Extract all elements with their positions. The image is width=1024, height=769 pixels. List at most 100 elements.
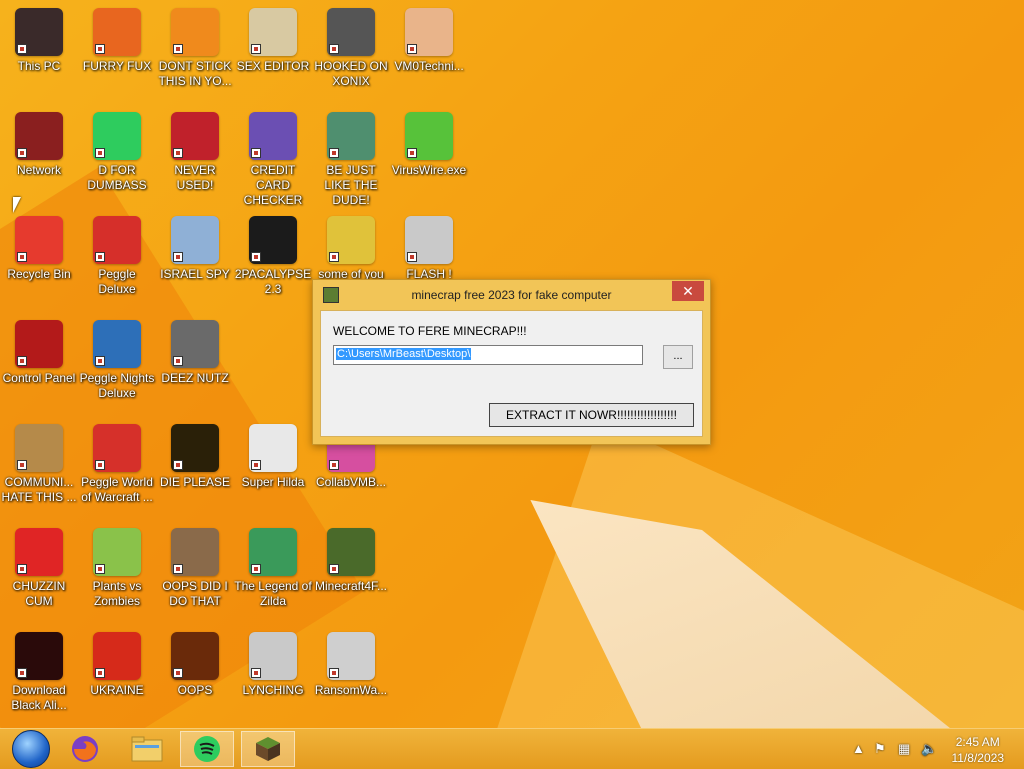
- desktop-icon-label: HOOKED ON XONIX: [314, 59, 388, 88]
- clock-time: 2:45 AM: [955, 735, 1000, 749]
- shortcut-arrow-icon: [329, 252, 339, 262]
- desktop-icon[interactable]: OOPS DID I DO THAT: [156, 528, 234, 609]
- bear-icon: [327, 216, 375, 264]
- minecraft-icon: [256, 737, 280, 761]
- desktop-icon[interactable]: ISRAEL SPY: [156, 216, 234, 282]
- chevron-up-icon[interactable]: ▲: [852, 741, 865, 756]
- start-button[interactable]: [4, 730, 58, 768]
- desktop-icon[interactable]: Peggle World of Warcraft ...: [78, 424, 156, 505]
- peggle-nights-icon: [93, 320, 141, 368]
- shortcut-arrow-icon: [329, 148, 339, 158]
- taskbar-firefox[interactable]: [58, 731, 112, 767]
- shortcut-arrow-icon: [173, 460, 183, 470]
- clock[interactable]: 2:45 AM 11/8/2023: [952, 734, 1005, 766]
- taskbar-spotify[interactable]: [180, 731, 234, 767]
- desktop-icon[interactable]: LYNCHING: [234, 632, 312, 698]
- network-icon[interactable]: ▦: [898, 741, 910, 757]
- noose-icon: [249, 632, 297, 680]
- folder-stack-icon: [171, 320, 219, 368]
- desktop-icon-label: SEX EDITOR: [236, 59, 310, 73]
- desktop-icon[interactable]: CREDIT CARD CHECKER: [234, 112, 312, 208]
- close-button[interactable]: ✕: [672, 281, 704, 301]
- desktop-icon-label: OOPS DID I DO THAT: [162, 579, 228, 608]
- desktop-icon[interactable]: UKRAINE: [78, 632, 156, 698]
- desktop-icon[interactable]: SEX EDITOR: [234, 8, 312, 74]
- desktop-icon-label: ISRAEL SPY: [160, 267, 230, 281]
- zelda-icon: [249, 528, 297, 576]
- desktop-icon[interactable]: NEVER USED!: [156, 112, 234, 193]
- desktop-icon[interactable]: DEEZ NUTZ: [156, 320, 234, 386]
- extract-button[interactable]: EXTRACT IT NOWR!!!!!!!!!!!!!!!!!!: [489, 403, 694, 427]
- spotify-icon: [194, 736, 220, 762]
- desktop-icon[interactable]: Network: [0, 112, 78, 178]
- shortcut-arrow-icon: [407, 252, 417, 262]
- recycle-bin-icon: [15, 216, 63, 264]
- flag-icon[interactable]: ⚑: [874, 741, 886, 757]
- limewire-icon: [405, 112, 453, 160]
- desktop-icon[interactable]: RansomWa...: [312, 632, 390, 698]
- shortcut-arrow-icon: [251, 148, 261, 158]
- speaker-icon[interactable]: 🔈: [921, 741, 937, 757]
- extract-path-input[interactable]: C:\Users\MrBeast\Desktop\: [333, 345, 643, 365]
- shortcut-arrow-icon: [95, 460, 105, 470]
- desktop-icon[interactable]: Super Hilda: [234, 424, 312, 490]
- desktop-icon[interactable]: Control Panel: [0, 320, 78, 386]
- shortcut-arrow-icon: [95, 356, 105, 366]
- desktop-icon[interactable]: Plants vs Zombies: [78, 528, 156, 609]
- desktop-icon[interactable]: Peggle Deluxe: [78, 216, 156, 297]
- desktop-icon[interactable]: Download Black Ali...: [0, 632, 78, 713]
- desktop-icon[interactable]: OOPS: [156, 632, 234, 698]
- adobe-de-icon: [171, 424, 219, 472]
- desktop-icon[interactable]: VirusWire.exe: [390, 112, 468, 178]
- desktop-icon-label: Control Panel: [2, 371, 76, 385]
- money-bag-icon: [15, 424, 63, 472]
- desktop-icon-label: Minecraft4F...: [314, 579, 388, 593]
- start-orb-icon: [12, 730, 50, 768]
- desktop-icon[interactable]: some of you: [312, 216, 390, 282]
- desktop-icon-label: DIE PLEASE: [159, 475, 231, 489]
- desktop-icon[interactable]: DONT STICK THIS IN YO...: [156, 8, 234, 89]
- desktop-icon[interactable]: FURRY FUX: [78, 8, 156, 74]
- firefox-icon: [72, 736, 98, 762]
- desktop-icon[interactable]: 2PACALYPSE 2.3: [234, 216, 312, 297]
- desktop-icon[interactable]: D FOR DUMBASS: [78, 112, 156, 193]
- desktop-icon[interactable]: VM0Techni...: [390, 8, 468, 74]
- desktop-icon-label: This PC: [17, 59, 61, 73]
- desktop-icon[interactable]: FLASH !: [390, 216, 468, 282]
- desktop-icon[interactable]: Peggle Nights Deluxe: [78, 320, 156, 401]
- desktop-icon-label: COMMUNI... HATE THIS ...: [1, 475, 77, 504]
- desktop-icon-label: Download Black Ali...: [11, 683, 67, 712]
- dialog-titlebar[interactable]: minecrap free 2023 for fake computer ✕: [313, 280, 710, 308]
- desktop-icon[interactable]: CHUZZIN CUM: [0, 528, 78, 609]
- desktop-icon[interactable]: The Legend of Zilda: [234, 528, 312, 609]
- desktop-icon-label: Peggle Nights Deluxe: [79, 371, 155, 400]
- desktop-icon-label: CHUZZIN CUM: [12, 579, 66, 608]
- shortcut-arrow-icon: [95, 252, 105, 262]
- xonix-icon: [327, 8, 375, 56]
- extract-dialog: minecrap free 2023 for fake computer ✕ W…: [312, 279, 711, 445]
- desktop-icon[interactable]: DIE PLEASE: [156, 424, 234, 490]
- shortcut-arrow-icon: [407, 148, 417, 158]
- desktop-icon[interactable]: This PC: [0, 8, 78, 74]
- desktop-icon[interactable]: BE JUST LIKE THE DUDE!: [312, 112, 390, 208]
- pvz-icon: [93, 528, 141, 576]
- desktop-icon[interactable]: HOOKED ON XONIX: [312, 8, 390, 89]
- shortcut-arrow-icon: [173, 564, 183, 574]
- firefox-icon: [93, 8, 141, 56]
- browse-button[interactable]: ...: [663, 345, 693, 369]
- taskbar-minecraft[interactable]: [241, 731, 295, 767]
- credit-card-icon: [249, 112, 297, 160]
- desktop-icon-label: RansomWa...: [314, 683, 388, 697]
- desktop-icon[interactable]: Recycle Bin: [0, 216, 78, 282]
- path-value: C:\Users\MrBeast\Desktop\: [336, 348, 472, 360]
- desktop-icon-label: NEVER USED!: [174, 163, 216, 192]
- desktop-icon-label: CREDIT CARD CHECKER: [243, 163, 303, 207]
- desktop-icon[interactable]: Minecraft4F...: [312, 528, 390, 594]
- desktop-icon[interactable]: COMMUNI... HATE THIS ...: [0, 424, 78, 505]
- portrait-icon: [171, 528, 219, 576]
- shortcut-arrow-icon: [173, 44, 183, 54]
- taskbar-file-explorer[interactable]: [120, 731, 174, 767]
- flash-icon: [405, 216, 453, 264]
- desktop-icon-label: Recycle Bin: [7, 267, 71, 281]
- network-icon: [15, 112, 63, 160]
